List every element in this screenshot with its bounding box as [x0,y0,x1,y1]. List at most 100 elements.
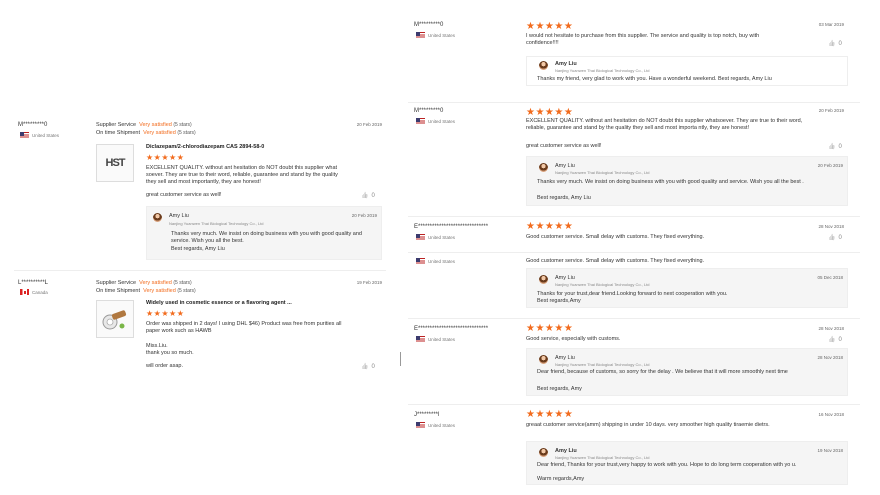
review-item: United States Good customer service. Sma… [408,256,860,314]
divider [408,216,860,217]
rating-stars: ★★★★★ [526,409,574,420]
reply-text: Dear friend, Thanks for your trust,very … [537,462,797,468]
avatar [539,355,548,364]
thumbs-up-icon: 👍 [361,193,369,199]
reply-date: 05 Dec 2018 [817,275,843,280]
like-button[interactable]: 👍 0 [361,363,375,371]
like-button[interactable]: 👍 0 [828,336,842,344]
avatar [539,275,548,284]
rating-stars: ★★★★★ [526,107,574,118]
reply-company: Nanjing Yuanwen Thai Biological Technolo… [555,68,650,73]
reviewer-name: E****************************** [414,326,489,332]
like-button[interactable]: 👍 0 [361,192,375,200]
review-date: 19 Feb 2019 [356,280,382,285]
like-count: 0 [371,363,375,370]
review-text: Order was shipped in 2 days! I using DHL… [146,321,342,335]
reply-author: Amy Liu [555,61,577,67]
product-thumbnail[interactable]: HST [96,144,134,182]
review-item: J*********l United States ★★★★★ 16 Nov 2… [408,408,860,488]
reviewer-country: United States [416,32,455,38]
reply-author: Amy Liu [555,163,575,169]
divider [408,102,860,103]
thumbs-up-icon: 👍 [828,235,836,241]
reviewer-country: United States [20,132,59,138]
reviewer-country: United States [416,118,455,124]
review-text: Good customer service. Small delay with … [526,234,705,240]
like-count: 0 [838,40,842,47]
like-count: 0 [838,143,842,150]
reviewer-country: Canada [20,289,48,295]
product-title[interactable]: Widely used in cosmetic essence or a fla… [146,300,292,307]
review-date: 16 Nov 2018 [818,412,844,417]
review-text: Good customer service. Small delay with … [526,258,705,264]
reviewer-name: M*********0 [414,108,444,114]
supplier-reply: Amy Liu Nanjing Yuanwen Thai Biological … [526,441,848,485]
rating-stars: ★★★★★ [146,153,185,162]
reviewer-name: E****************************** [414,224,489,230]
reply-text-extra: Warm regards,Amy [537,476,585,482]
review-text: greaat customer service(amm) shipping in… [526,422,770,428]
review-text: EXCELLENT QUALITY. without ant hesitatio… [526,118,803,132]
review-item: M*********0 United States ★★★★★ 20 Feb 2… [408,106,860,212]
reviewer-country: United States [416,336,455,342]
review-date: 28 Nov 2018 [818,326,844,331]
left-review-panel: M*********0 United States Supplier Servi… [0,0,400,495]
thumbs-up-icon: 👍 [828,41,836,47]
review-item: M*********0 United States ★★★★★ 03 Mar 2… [408,20,860,100]
supplier-reply: Amy Liu Nanjing Yuanwen Thai Biological … [526,156,848,206]
reply-text-extra: Best regards, Amy Liu [537,195,591,201]
right-review-panel: M*********0 United States ★★★★★ 03 Mar 2… [408,0,860,495]
avatar [539,448,548,457]
reply-text-extra: Best regards, Amy [537,386,582,392]
review-text-extra: great customer service as well! [526,143,602,149]
thumbs-up-icon: 👍 [828,337,836,343]
reply-text-extra: Best regards,Amy [537,298,581,304]
us-flag-icon [416,118,425,124]
review-date: 28 Nov 2018 [818,224,844,229]
divider [14,270,386,271]
review-item: E****************************** United S… [408,222,860,248]
divider [408,404,860,405]
like-button[interactable]: 👍 0 [828,234,842,242]
review-date: 20 Feb 2019 [356,122,382,127]
reply-date: 20 Feb 2019 [817,163,843,168]
us-flag-icon [416,422,425,428]
us-flag-icon [416,32,425,38]
reply-company: Nanjing Yuanwen Thai Biological Technolo… [169,221,264,226]
product-title[interactable]: Diclazepam/2-chlorodiazepam CAS 2894-58-… [146,144,264,151]
avatar [539,61,548,70]
reply-text: Thanks very much. We insist on doing bus… [171,231,362,245]
rating-stars: ★★★★★ [526,21,574,32]
rating-stars: ★★★★★ [146,309,185,318]
product-thumbnail[interactable] [96,300,134,338]
like-count: 0 [838,234,842,241]
like-button[interactable]: 👍 0 [828,143,842,151]
reply-company: Nanjing Yuanwen Thai Biological Technolo… [555,170,650,175]
reply-text: Thanks for your trust,dear friend.Lookin… [537,291,728,297]
reply-date: 19 Nov 2018 [817,448,843,453]
reply-date: 28 Nov 2018 [817,355,843,360]
panel-separator [400,352,401,366]
like-button[interactable]: 👍 0 [828,40,842,48]
us-flag-icon [416,258,425,264]
us-flag-icon [20,132,29,138]
product-image-text: HST [105,157,126,169]
reply-author: Amy Liu [555,355,575,361]
thumbs-up-icon: 👍 [828,144,836,150]
reply-text: Thanks very much. We insist on doing bus… [537,179,804,185]
rating-stars: ★★★★★ [526,221,574,232]
rating-stars: ★★★★★ [526,323,574,334]
us-flag-icon [416,234,425,240]
reply-author: Amy Liu [555,275,575,281]
reply-text: Dear friend, because of customs, so sorr… [537,369,788,375]
reviewer-name: L**********L [18,280,49,286]
review-item: E****************************** United S… [408,324,860,402]
reply-author: Amy Liu [555,448,577,454]
review-text: EXCELLENT QUALITY. without ant hesitatio… [146,165,338,186]
reply-date: 20 Feb 2019 [351,213,377,218]
product-sample-icon [102,310,127,330]
canada-flag-icon [20,289,29,295]
divider [408,318,860,319]
reviewer-name: M*********0 [414,22,444,28]
supplier-reply: Amy Liu Nanjing Yuanwen Thai Biological … [526,56,848,86]
